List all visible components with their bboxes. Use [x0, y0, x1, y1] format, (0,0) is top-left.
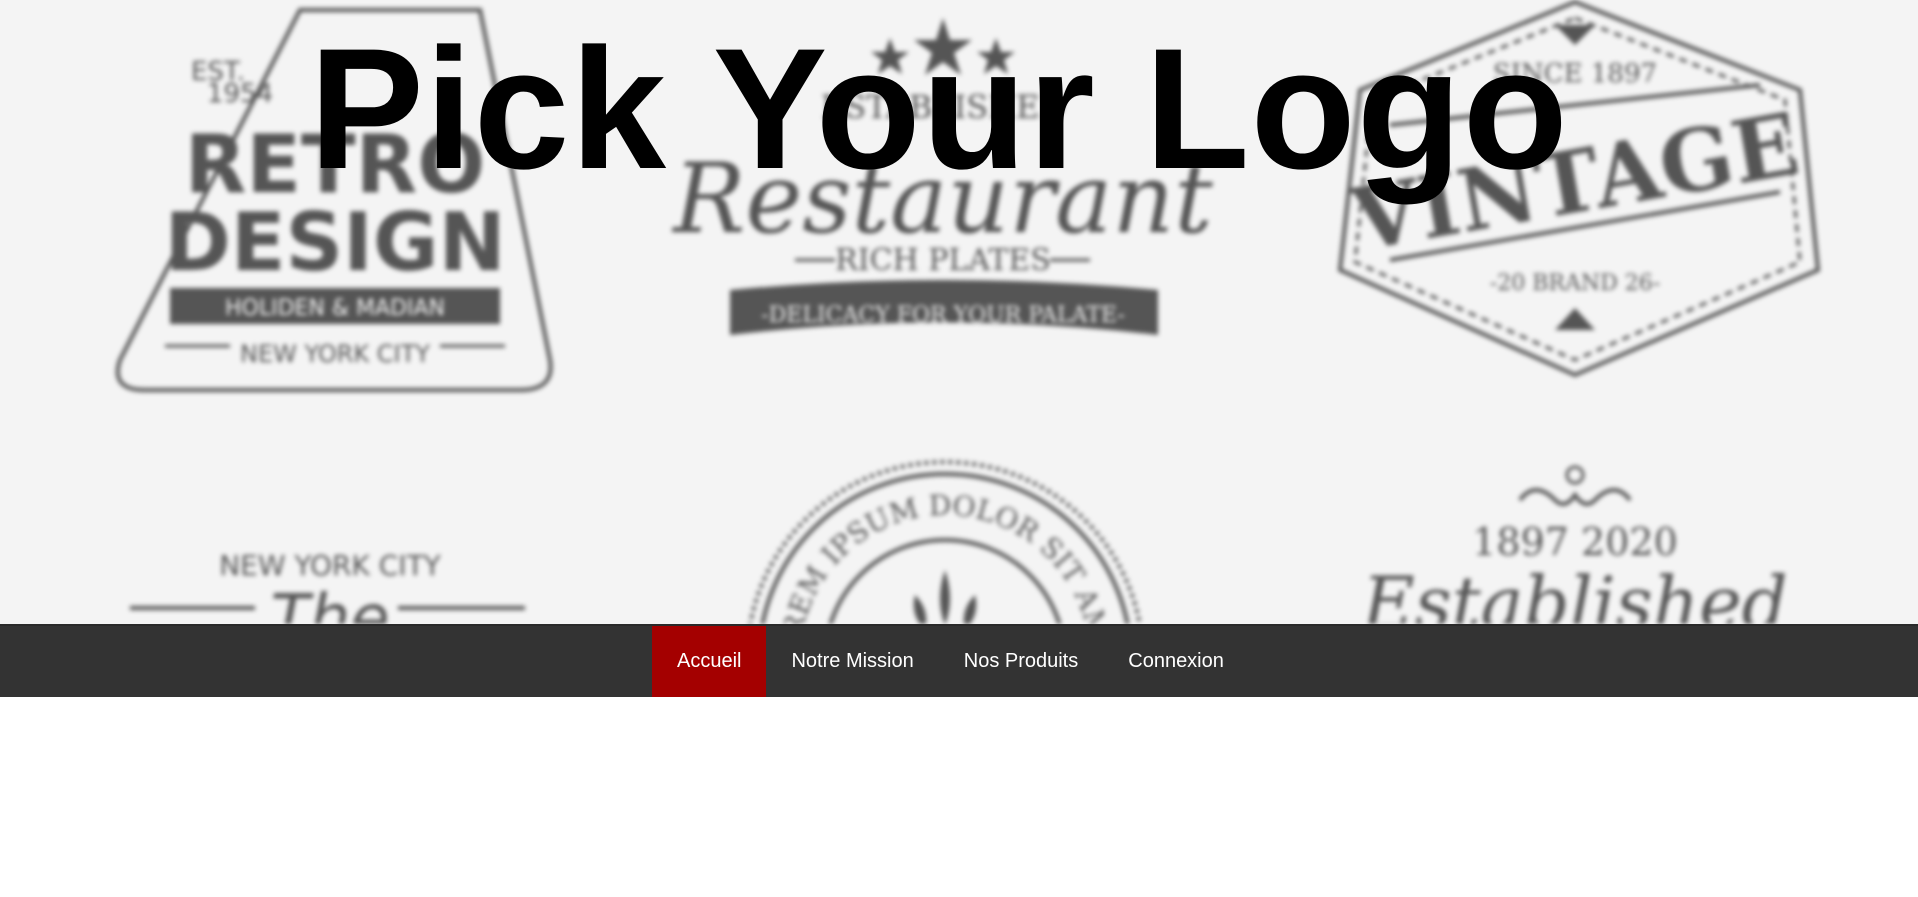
nav-item-connexion[interactable]: Connexion [1103, 626, 1249, 697]
nav-item-notre-mission[interactable]: Notre Mission [766, 626, 938, 697]
svg-text:HOLIDEN & MADIAN: HOLIDEN & MADIAN [225, 296, 445, 321]
main-navbar: Accueil Notre Mission Nos Produits Conne… [0, 624, 1918, 697]
svg-text:Established: Established [1360, 561, 1788, 624]
svg-text:DESIGN: DESIGN [164, 196, 505, 289]
newyork-logo: NEW YORK CITY The [130, 549, 525, 624]
nav-menu: Accueil Notre Mission Nos Produits Conne… [652, 626, 1249, 697]
svg-text:1897 2020: 1897 2020 [1472, 520, 1678, 564]
svg-text:NEW YORK CITY: NEW YORK CITY [240, 340, 430, 368]
established-logo: 1897 2020 Established [1360, 465, 1788, 624]
svg-text:-20 BRAND 26-: -20 BRAND 26- [1490, 271, 1660, 296]
svg-text:The: The [270, 582, 389, 624]
page-title: Pick Your Logo [309, 13, 1569, 205]
hero-banner: EST. 1954 RETRO DESIGN HOLIDEN & MADIAN … [0, 0, 1918, 624]
svg-text:RICH PLATES: RICH PLATES [835, 243, 1051, 278]
svg-text:NEW YORK CITY: NEW YORK CITY [219, 549, 441, 582]
nav-item-nos-produits[interactable]: Nos Produits [939, 626, 1104, 697]
svg-text:-DELICACY FOR YOUR PALATE-: -DELICACY FOR YOUR PALATE- [761, 303, 1125, 328]
nav-item-accueil[interactable]: Accueil [652, 626, 767, 697]
